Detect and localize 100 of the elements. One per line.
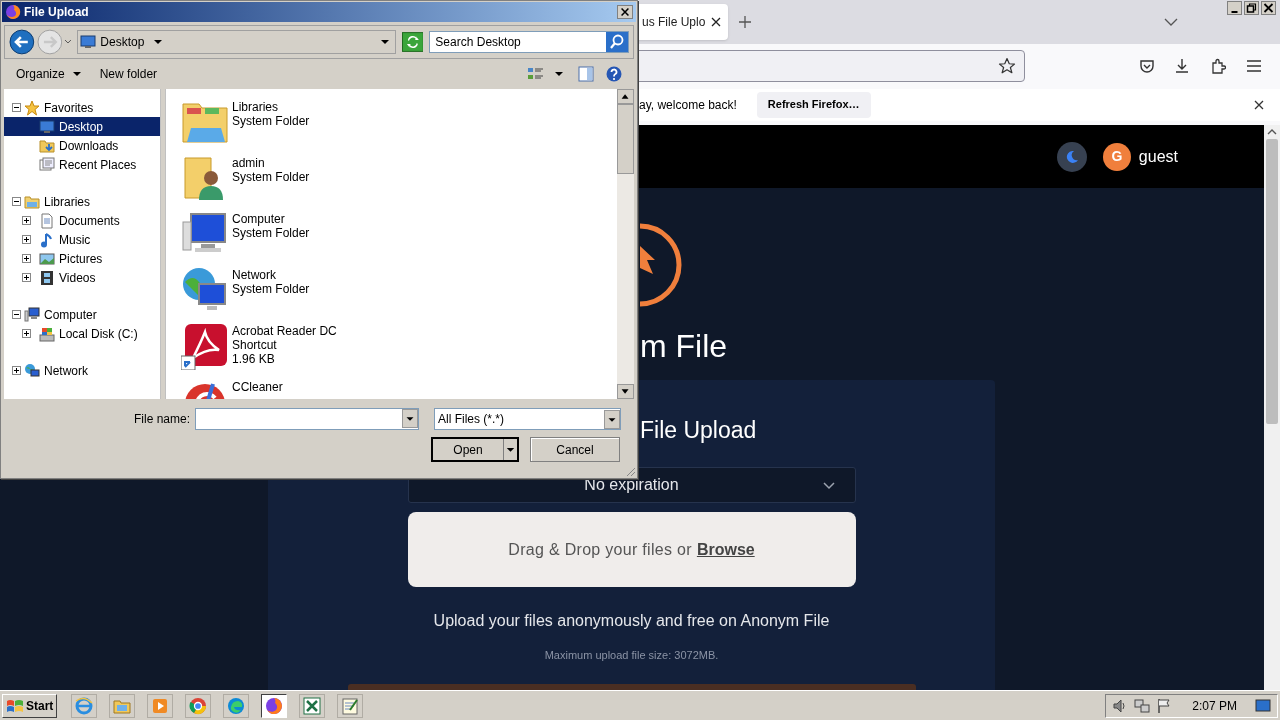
file-type: System Folder	[232, 170, 310, 184]
collapse-icon[interactable]	[12, 197, 21, 206]
dropdown-icon[interactable]	[555, 71, 563, 77]
organize-button[interactable]: Organize	[16, 65, 81, 83]
caret-icon[interactable]	[503, 439, 517, 460]
site-title: m File	[640, 327, 728, 366]
dropdown-icon[interactable]	[402, 409, 419, 428]
tree-item[interactable]: Network	[4, 361, 160, 380]
drop-zone[interactable]: Drag & Drop your files or Browse	[407, 512, 856, 587]
firefox-icon	[265, 696, 284, 715]
location-bar[interactable]: Desktop	[77, 30, 396, 54]
scroll-up-icon[interactable]	[617, 89, 634, 104]
resize-grip-icon[interactable]	[625, 466, 636, 477]
taskbar-app[interactable]	[261, 693, 288, 718]
start-button[interactable]: Start	[2, 693, 58, 718]
network-icon[interactable]	[1134, 697, 1151, 714]
file-item[interactable]: Acrobat Reader DC Shortcut 1.96 KB	[181, 320, 617, 376]
tagline: Upload your files anonymously and free on Anonym File	[433, 611, 830, 631]
close-icon[interactable]	[711, 17, 722, 27]
firefox-icon	[5, 4, 21, 20]
file-name: Computer	[232, 212, 286, 226]
network-icon	[24, 362, 40, 379]
page-scrollbar[interactable]	[1264, 125, 1280, 690]
download-folder-icon	[39, 137, 55, 154]
close-icon[interactable]	[1254, 99, 1264, 110]
tree-item[interactable]: Pictures	[4, 249, 160, 268]
scrollbar-thumb[interactable]	[1266, 139, 1278, 424]
close-icon[interactable]	[617, 5, 633, 19]
desktop-icon	[80, 35, 97, 49]
theme-toggle[interactable]	[1056, 141, 1087, 172]
file-name-field[interactable]	[195, 408, 420, 430]
help-icon[interactable]	[606, 66, 622, 82]
tree-item[interactable]: Documents	[4, 211, 160, 230]
expand-icon[interactable]	[12, 366, 21, 375]
close-icon[interactable]	[1261, 1, 1276, 15]
search-field[interactable]: Search Desktop	[429, 31, 629, 53]
film-icon	[39, 269, 55, 286]
dropdown-icon[interactable]	[604, 409, 621, 429]
file-name: Network	[232, 268, 277, 282]
file-item[interactable]: admin System Folder	[181, 152, 617, 208]
tree-item[interactable]: Libraries	[4, 192, 160, 211]
new-folder-button[interactable]: New folder	[99, 65, 158, 83]
restore-icon[interactable]	[1244, 1, 1259, 15]
refresh-icon[interactable]	[401, 32, 424, 52]
tree-item[interactable]: Local Disk (C:)	[4, 324, 160, 343]
preview-pane-icon[interactable]	[578, 66, 594, 82]
tree-item[interactable]: Desktop	[4, 117, 160, 136]
spreadsheet-icon	[303, 696, 322, 715]
file-name: Libraries	[232, 100, 280, 114]
scrollbar-thumb[interactable]	[617, 104, 634, 174]
open-button[interactable]: Open	[431, 437, 519, 462]
library-folder-icon	[24, 193, 40, 210]
collapse-icon[interactable]	[12, 103, 21, 112]
download-icon[interactable]	[1174, 58, 1190, 74]
browser-e-icon	[75, 696, 94, 715]
expand-icon[interactable]	[22, 273, 31, 282]
new-tab-icon[interactable]	[738, 15, 752, 29]
bookmark-star-icon[interactable]	[998, 57, 1016, 75]
user-name[interactable]: guest	[1138, 144, 1178, 169]
file-item[interactable]: Network System Folder	[181, 264, 617, 320]
recent-places-icon	[39, 156, 55, 173]
tree-item[interactable]: Favorites	[4, 98, 160, 117]
expand-icon[interactable]	[22, 329, 31, 338]
taskbar-app[interactable]	[299, 693, 326, 718]
browse-link[interactable]: Browse	[696, 537, 755, 562]
file-item[interactable]: Computer System Folder	[181, 208, 617, 264]
file-type-select[interactable]: All Files (*.*)	[434, 408, 622, 430]
show-desktop-icon[interactable]	[1255, 698, 1271, 713]
chevron-down-icon[interactable]	[1164, 18, 1178, 26]
minimize-icon[interactable]	[1227, 1, 1242, 15]
file-item[interactable]: Libraries System Folder	[181, 96, 617, 152]
back-icon[interactable]	[9, 29, 35, 55]
file-name: admin	[232, 156, 266, 170]
refresh-button[interactable]: Refresh Firefox…	[756, 91, 871, 118]
document-icon	[39, 212, 55, 229]
history-dropdown-icon[interactable]	[64, 39, 73, 45]
collapse-icon[interactable]	[12, 310, 21, 319]
tree-item[interactable]: Recent Places	[4, 155, 160, 174]
clock[interactable]: 2:07 PM	[1192, 696, 1237, 715]
window-title: File Upload	[24, 4, 89, 21]
pocket-icon[interactable]	[1139, 58, 1155, 74]
tree-item[interactable]: Downloads	[4, 136, 160, 155]
flag-icon[interactable]	[1156, 697, 1173, 714]
star-icon	[24, 99, 40, 116]
expand-icon[interactable]	[22, 216, 31, 225]
scroll-down-icon[interactable]	[617, 384, 634, 399]
tree-item[interactable]: Videos	[4, 268, 160, 287]
search-icon[interactable]	[606, 32, 628, 52]
extensions-icon[interactable]	[1210, 58, 1226, 74]
pdf-shortcut-icon	[181, 322, 229, 370]
cancel-button[interactable]: Cancel	[530, 437, 620, 462]
location-text: Desktop	[100, 34, 145, 51]
menu-icon[interactable]	[1246, 59, 1262, 73]
tree-item[interactable]: Music	[4, 230, 160, 249]
list-scrollbar[interactable]	[617, 89, 634, 399]
tree-item[interactable]: Computer	[4, 305, 160, 324]
expand-icon[interactable]	[22, 254, 31, 263]
card-title: File Upload	[640, 416, 757, 444]
chevron-down-icon	[822, 482, 835, 490]
expand-icon[interactable]	[22, 235, 31, 244]
